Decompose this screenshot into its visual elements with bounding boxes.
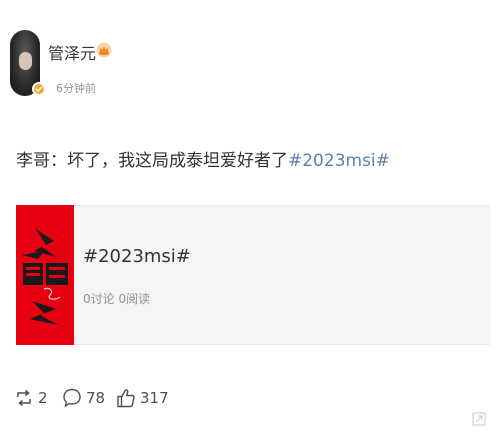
comment-count: 78 <box>86 389 106 407</box>
expand-corner-icon <box>472 412 486 426</box>
avatar-face <box>19 52 32 70</box>
topic-stats: 0讨论 0阅读 <box>83 290 150 307</box>
topic-title[interactable]: #2023msi# <box>83 246 191 267</box>
post-hashtag-link[interactable]: #2023msi# <box>288 151 390 171</box>
msi-event-thumbnail <box>16 205 74 345</box>
post-body: 李哥：坏了，我这局成泰坦爱好者了 <box>16 151 288 171</box>
weibo-post: 管泽元 6分钟前 李哥：坏了，我这局成泰坦爱好者了#2023msi# #2023… <box>0 0 500 440</box>
author-name[interactable]: 管泽元 <box>48 40 96 64</box>
topic-read-count: 0阅读 <box>118 292 151 306</box>
comment-icon <box>63 388 81 408</box>
like-count: 317 <box>140 389 169 407</box>
post-text: 李哥：坏了，我这局成泰坦爱好者了#2023msi# <box>16 146 390 171</box>
repost-count: 2 <box>38 389 48 407</box>
topic-discussion-count: 0讨论 <box>83 292 115 306</box>
comment-button[interactable]: 78 <box>62 384 105 412</box>
crown-icon <box>96 42 112 58</box>
like-button[interactable]: 317 <box>116 384 169 412</box>
verified-badge-icon <box>32 82 46 96</box>
post-timestamp[interactable]: 6分钟前 <box>56 80 96 96</box>
thumbs-up-icon <box>117 389 135 408</box>
repost-button[interactable]: 2 <box>14 384 48 412</box>
post-header: 管泽元 6分钟前 <box>10 30 310 100</box>
topic-card[interactable]: #2023msi# 0讨论 0阅读 <box>16 205 490 345</box>
repost-icon <box>17 389 31 407</box>
